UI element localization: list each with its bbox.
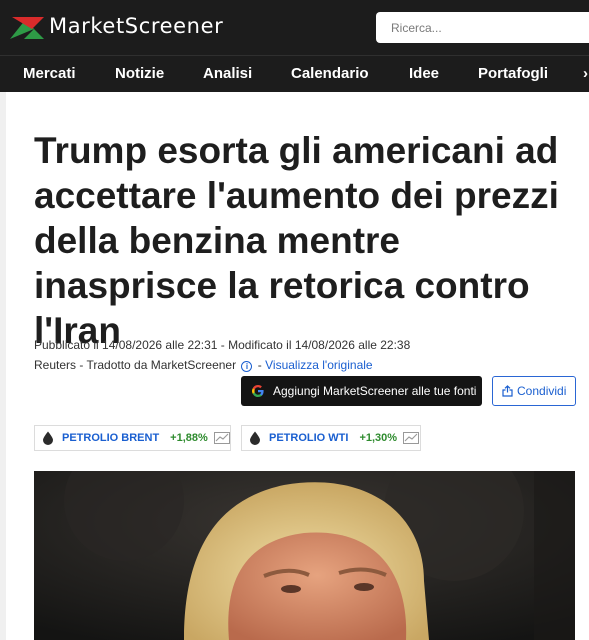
nav-item-portafogli[interactable]: Portafogli: [478, 65, 548, 82]
left-gutter: [0, 92, 6, 640]
google-g-icon: [252, 385, 264, 397]
article-title: Trump esorta gli americani ad accettare …: [34, 130, 559, 351]
ticker-name: PETROLIO BRENT: [62, 432, 160, 444]
ticker-name: PETROLIO WTI: [269, 432, 349, 444]
logo-mark-icon: [10, 17, 44, 39]
publish-info: Pubblicato il 14/08/2026 alle 22:31 - Mo…: [34, 338, 411, 352]
nav-item-mercati[interactable]: Mercati: [23, 65, 76, 82]
oil-drop-icon: [250, 431, 260, 445]
ticker-wti[interactable]: PETROLIO WTI +1,30%: [241, 425, 421, 451]
source-line: Reuters - Tradotto da MarketScreener i -…: [34, 358, 373, 372]
view-original-link[interactable]: Visualizza l'originale: [265, 358, 372, 372]
line-chart-icon: [403, 432, 420, 444]
add-google-source-button[interactable]: Aggiungi MarketScreener alle tue fonti: [241, 376, 482, 406]
article-photo: [34, 471, 575, 640]
ticker-change: +1,30%: [359, 432, 398, 444]
main-nav: Mercati Notizie Analisi Calendario Idee …: [0, 55, 589, 92]
top-header: MarketScreener: [0, 0, 589, 55]
line-chart-icon: [213, 432, 230, 444]
google-button-label: Aggiungi MarketScreener alle tue fonti: [273, 384, 477, 398]
share-button[interactable]: Condividi: [492, 376, 576, 406]
nav-item-calendario[interactable]: Calendario: [291, 65, 369, 82]
info-icon[interactable]: i: [241, 361, 253, 372]
nav-item-idee[interactable]: Idee: [409, 65, 439, 82]
share-button-label: Condividi: [517, 384, 567, 398]
brand-logo[interactable]: MarketScreener: [10, 13, 223, 39]
ticker-change: +1,88%: [170, 432, 208, 444]
brand-name: MarketScreener: [49, 14, 224, 38]
nav-more-chevron-icon[interactable]: ›: [583, 65, 589, 82]
search-input[interactable]: [376, 12, 589, 43]
ticker-brent[interactable]: PETROLIO BRENT +1,88%: [34, 425, 231, 451]
source-text: Reuters - Tradotto da MarketScreener: [34, 358, 237, 372]
nav-item-analisi[interactable]: Analisi: [203, 65, 252, 82]
source-separator: -: [257, 358, 262, 372]
nav-item-notizie[interactable]: Notizie: [115, 65, 164, 82]
oil-drop-icon: [43, 431, 53, 445]
share-icon: [502, 385, 513, 397]
